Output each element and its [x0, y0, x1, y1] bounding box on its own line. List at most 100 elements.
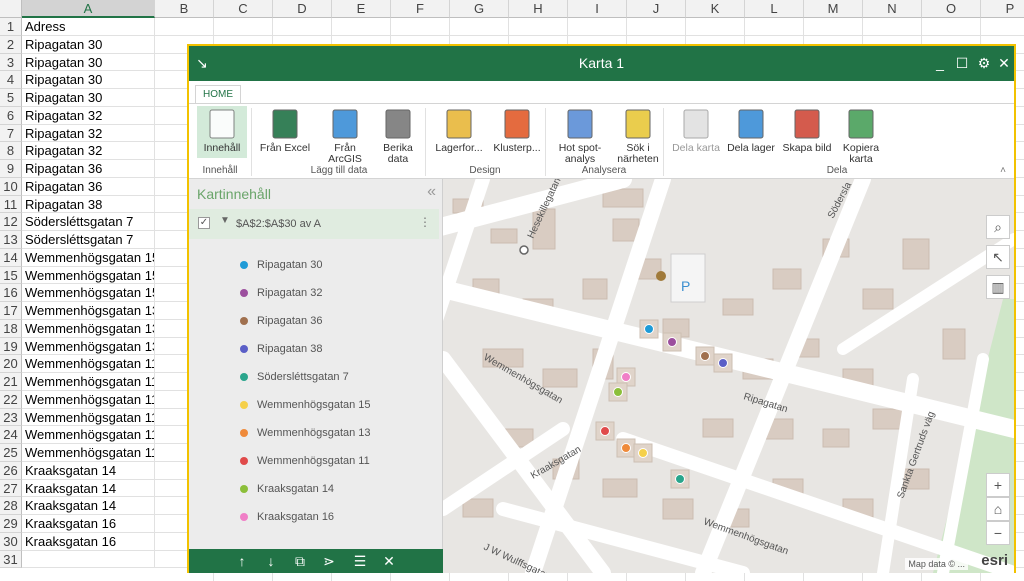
cell-a[interactable]: Ripagatan 30 — [22, 53, 155, 72]
tab-home[interactable]: HOME — [195, 85, 241, 104]
row-header[interactable]: 28 — [0, 497, 22, 515]
row-header[interactable]: 1 — [0, 18, 22, 36]
layer-checkbox[interactable]: ✓ — [198, 217, 210, 229]
cell-a[interactable]: Kraaksgatan 14 — [22, 479, 155, 498]
row-header[interactable]: 2 — [0, 35, 22, 54]
cell-a[interactable]: Ripagatan 30 — [22, 89, 155, 107]
row-header[interactable]: 24 — [0, 426, 22, 444]
column-header-J[interactable]: J — [627, 0, 686, 18]
cell-a[interactable]: Ripagatan 36 — [22, 160, 155, 178]
cell-a[interactable]: Wemmenhögsgatan 11 — [22, 408, 155, 427]
row-header[interactable]: 21 — [0, 373, 22, 391]
home-icon[interactable]: ⌂ — [986, 497, 1010, 521]
ribbon-button-slide[interactable]: Skapa bild — [781, 106, 833, 164]
row-header[interactable]: 25 — [0, 444, 22, 462]
move-up-icon[interactable]: ↑ — [231, 552, 253, 570]
cell-a[interactable]: Wemmenhögsgatan 11 — [22, 390, 155, 409]
cell-a[interactable]: Södersléttsgatan 7 — [22, 213, 155, 231]
move-down-icon[interactable]: ↓ — [260, 552, 282, 570]
column-header-D[interactable]: D — [273, 0, 332, 18]
row-header[interactable]: 19 — [0, 337, 22, 356]
select-all-corner[interactable] — [0, 0, 22, 18]
column-header-A[interactable]: A — [22, 0, 155, 18]
ribbon-button-hotspot[interactable]: Hot spot-analys — [553, 106, 607, 165]
row-header[interactable]: 9 — [0, 160, 22, 178]
column-header-K[interactable]: K — [686, 0, 745, 18]
ribbon-button-brush[interactable]: Lagerfor... — [433, 106, 485, 164]
cell-a[interactable]: Wemmenhögsgatan 13 — [22, 319, 155, 338]
row-header[interactable]: 29 — [0, 515, 22, 533]
column-header-I[interactable]: I — [568, 0, 627, 18]
ribbon-button-excel[interactable]: Från Excel — [257, 106, 313, 164]
zoom-in-icon[interactable]: + — [986, 473, 1010, 497]
row-header[interactable]: 13 — [0, 231, 22, 249]
filter-icon[interactable]: ⋗ — [318, 552, 340, 570]
cell-a[interactable]: Ripagatan 38 — [22, 195, 155, 214]
row-header[interactable]: 31 — [0, 550, 22, 569]
basemap-icon[interactable]: ▥ — [986, 275, 1010, 299]
list-icon[interactable]: ☰ — [349, 552, 371, 570]
layer-row[interactable]: ✓ ▼ $A$2:$A$30 av A ⋮ — [189, 209, 439, 239]
ribbon-button-cluster[interactable]: Klusterp... — [491, 106, 543, 164]
cell-a[interactable]: Wemmenhögsgatan 15 — [22, 248, 155, 267]
cell-a[interactable]: Ripagatan 32 — [22, 124, 155, 143]
map-canvas[interactable]: PRipagatanWemmenhögsgatanKraaksgatanWemm… — [443, 179, 1014, 573]
row-header[interactable]: 30 — [0, 532, 22, 551]
close-icon[interactable]: ✕ — [995, 53, 1013, 73]
collapse-panel-icon[interactable]: « — [427, 183, 436, 201]
cell-a[interactable]: Ripagatan 32 — [22, 142, 155, 160]
ribbon-button-nearby[interactable]: Sök i närheten — [613, 106, 663, 165]
row-header[interactable]: 11 — [0, 195, 22, 214]
duplicate-icon[interactable]: ⧉ — [289, 552, 311, 570]
column-header-P[interactable]: P — [981, 0, 1024, 18]
cell-a[interactable]: Kraaksgatan 14 — [22, 497, 155, 515]
cell-a[interactable]: Kraaksgatan 16 — [22, 532, 155, 551]
row-header[interactable]: 3 — [0, 53, 22, 72]
cell-a[interactable]: Ripagatan 36 — [22, 177, 155, 196]
ribbon-button-arcgis[interactable]: Från ArcGIS — [317, 106, 373, 165]
row-header[interactable]: 22 — [0, 390, 22, 409]
column-header-G[interactable]: G — [450, 0, 509, 18]
column-header-H[interactable]: H — [509, 0, 568, 18]
cell-a[interactable] — [22, 550, 155, 569]
cell-a[interactable]: Wemmenhögsgatan 11 — [22, 373, 155, 391]
expand-triangle-icon[interactable]: ▼ — [220, 215, 230, 226]
row-header[interactable]: 12 — [0, 213, 22, 231]
row-header[interactable]: 15 — [0, 266, 22, 285]
column-header-N[interactable]: N — [863, 0, 922, 18]
row-header[interactable]: 18 — [0, 319, 22, 338]
cell-a[interactable]: Ripagatan 30 — [22, 35, 155, 54]
column-header-C[interactable]: C — [214, 0, 273, 18]
column-header-B[interactable]: B — [155, 0, 214, 18]
ribbon-button-content[interactable]: Innehåll — [197, 106, 247, 158]
cell-a[interactable]: Wemmenhögsgatan 15 — [22, 266, 155, 285]
cell-a[interactable]: Ripagatan 32 — [22, 106, 155, 125]
column-header-L[interactable]: L — [745, 0, 804, 18]
cell-a[interactable]: Wemmenhögsgatan 11 — [22, 355, 155, 373]
cell-a[interactable]: Wemmenhögsgatan 15 — [22, 284, 155, 302]
cell-a[interactable]: Södersléttsgatan 7 — [22, 231, 155, 249]
cell-a[interactable]: Wemmenhögsgatan 13 — [22, 302, 155, 320]
cell-a[interactable]: Kraaksgatan 16 — [22, 515, 155, 533]
row-header[interactable]: 5 — [0, 89, 22, 107]
row-header[interactable]: 7 — [0, 124, 22, 143]
cell-a[interactable]: Wemmenhögsgatan 13 — [22, 337, 155, 356]
column-header-F[interactable]: F — [391, 0, 450, 18]
row-header[interactable]: 20 — [0, 355, 22, 373]
row-header[interactable]: 26 — [0, 461, 22, 480]
maximize-icon[interactable]: ☐ — [953, 53, 971, 73]
more-options-icon[interactable]: ⋮ — [419, 215, 431, 229]
row-header[interactable]: 14 — [0, 248, 22, 267]
collapse-ribbon-icon[interactable]: ˄ — [1000, 165, 1006, 176]
column-header-O[interactable]: O — [922, 0, 981, 18]
row-header[interactable]: 27 — [0, 479, 22, 498]
cell-a[interactable]: Adress — [22, 18, 155, 36]
search-icon[interactable]: ⌕ — [986, 215, 1010, 239]
column-header-E[interactable]: E — [332, 0, 391, 18]
cell-a[interactable]: Kraaksgatan 14 — [22, 461, 155, 480]
delete-icon[interactable]: ✕ — [378, 552, 400, 570]
row-header[interactable]: 16 — [0, 284, 22, 302]
ribbon-button-share-layer[interactable]: Dela lager — [725, 106, 777, 164]
row-header[interactable]: 23 — [0, 408, 22, 427]
row-header[interactable]: 6 — [0, 106, 22, 125]
